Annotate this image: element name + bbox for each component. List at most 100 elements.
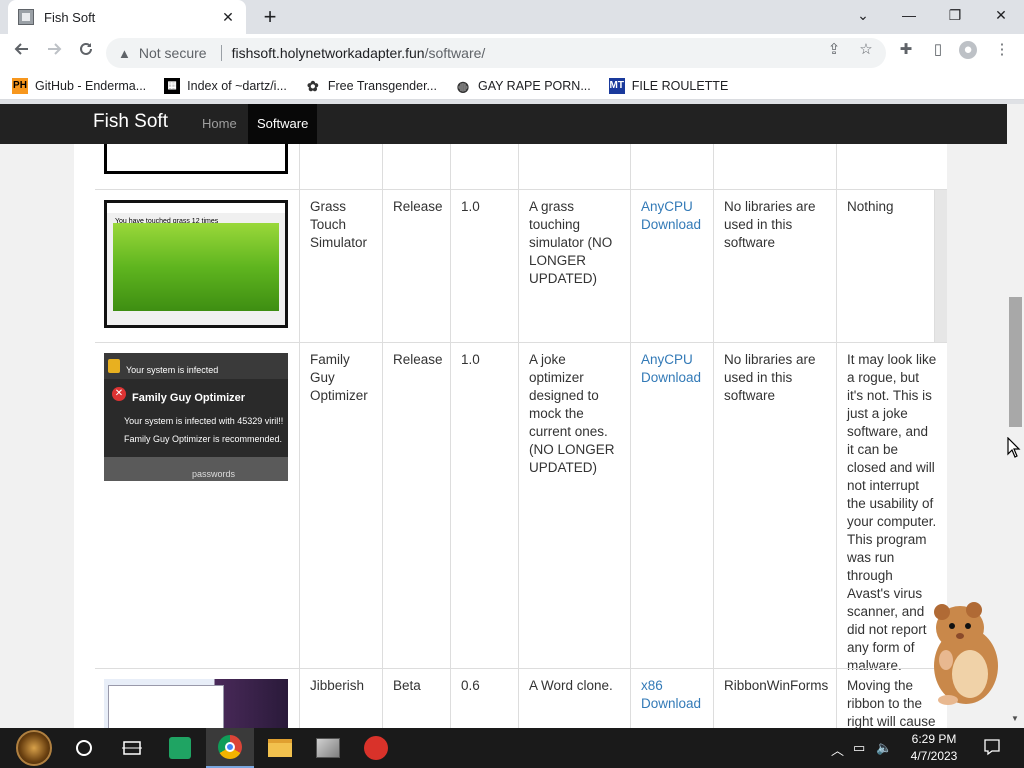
close-window-button[interactable]: ✕ xyxy=(978,0,1024,30)
family-guy-optimizer-thumbnail: Your system is infected ✕ Family Guy Opt… xyxy=(104,353,288,481)
clock-date: 4/7/2023 xyxy=(910,749,958,763)
browser-tab[interactable]: Fish Soft ✕ xyxy=(8,0,246,34)
bookmark-label: GAY RAPE PORN... xyxy=(477,78,591,93)
tab-search-chevron-icon[interactable]: ⌄ xyxy=(840,0,886,30)
download-link[interactable]: AnyCPU Download xyxy=(641,199,701,232)
bookmark-item[interactable]: PH GitHub - Enderma... xyxy=(12,77,147,94)
url-host: fishsoft.holynetworkadapter.fun xyxy=(231,45,425,61)
grass-image xyxy=(113,223,279,311)
media-app-icon xyxy=(316,738,340,758)
taskbar-app-sheets[interactable] xyxy=(156,728,204,768)
table-cell xyxy=(713,144,836,189)
bookmark-item[interactable]: ✿ Free Transgender... xyxy=(304,77,437,94)
page-scrollbar[interactable]: ▼ xyxy=(1007,104,1024,728)
software-status: Release xyxy=(382,190,450,342)
page-viewport: Fish Soft Home Software You have touched… xyxy=(0,104,1024,728)
download-cell: x86 Download xyxy=(630,669,713,728)
extensions-puzzle-icon[interactable]: ✚ xyxy=(897,41,915,59)
error-icon: ✕ xyxy=(112,387,126,401)
taskbar-clock[interactable]: 6:29 PM 4/7/2023 xyxy=(896,731,972,765)
warning-triangle-icon[interactable]: ▲ xyxy=(118,46,131,61)
software-name: Grass Touch Simulator xyxy=(299,190,382,342)
bookmark-item[interactable]: ▦ Index of ~dartz/i... xyxy=(164,77,287,94)
green-app-icon xyxy=(169,737,191,759)
url-path: /software/ xyxy=(424,45,486,61)
jibberish-thumbnail xyxy=(104,679,288,728)
task-view-button[interactable] xyxy=(108,728,156,768)
taskbar-app-chrome[interactable] xyxy=(206,728,254,768)
task-view-icon xyxy=(122,741,142,755)
pornhub-icon: PH xyxy=(12,77,28,94)
mt-icon: MT xyxy=(608,77,625,94)
download-cell: AnyCPU Download xyxy=(630,190,713,342)
red-app-icon xyxy=(364,736,388,760)
software-name: Jibberish xyxy=(299,669,382,728)
table-cell xyxy=(518,144,630,189)
qr-icon: ▦ xyxy=(164,77,181,94)
reload-icon[interactable] xyxy=(74,41,98,65)
taskbar-app-red[interactable] xyxy=(352,728,400,768)
software-description: A grass touching simulator (NO LONGER UP… xyxy=(518,190,630,342)
tab-close-icon[interactable]: ✕ xyxy=(220,9,236,26)
bookmark-item[interactable]: MT FILE ROULETTE xyxy=(608,77,728,94)
notification-center-icon[interactable] xyxy=(983,738,1001,759)
download-link[interactable]: x86 Download xyxy=(641,678,701,711)
taskbar-app-media[interactable] xyxy=(304,728,352,768)
folder-icon xyxy=(268,739,292,757)
scroll-down-arrow-icon[interactable]: ▼ xyxy=(1011,714,1020,723)
profile-avatar-icon[interactable]: ● xyxy=(959,41,977,59)
windows-taskbar: ︿ ▭ 🔈 6:29 PM 4/7/2023 xyxy=(0,728,1024,768)
omnibox-divider xyxy=(220,45,222,61)
inner-scrollbar[interactable] xyxy=(934,190,947,343)
site-brand[interactable]: Fish Soft xyxy=(93,111,168,133)
table-row xyxy=(95,144,947,189)
software-version: 0.6 xyxy=(450,669,518,728)
restore-button[interactable]: ❐ xyxy=(932,0,978,30)
kebab-menu-icon[interactable]: ⋮ xyxy=(993,41,1011,59)
software-version: 1.0 xyxy=(450,343,518,668)
start-button[interactable] xyxy=(8,728,60,768)
minimize-button[interactable]: — xyxy=(886,0,932,30)
globe-icon: ◍ xyxy=(454,77,471,94)
forward-arrow-icon[interactable] xyxy=(42,41,66,65)
back-arrow-icon[interactable] xyxy=(10,41,34,65)
mouse-cursor-icon xyxy=(1007,436,1021,464)
table-row: You have touched grass 12 times Grass To… xyxy=(95,189,947,343)
table-cell xyxy=(95,669,299,728)
side-panel-icon[interactable]: ▯ xyxy=(929,41,947,59)
scrollbar-thumb[interactable] xyxy=(1009,297,1022,427)
volume-muted-icon[interactable]: 🔈 xyxy=(876,740,892,756)
bookmark-label: Free Transgender... xyxy=(327,78,437,93)
software-libraries: No libraries are used in this software xyxy=(713,343,836,668)
shield-icon xyxy=(108,359,120,373)
software-description: A joke optimizer designed to mock the cu… xyxy=(518,343,630,668)
table-cell: You have touched grass 12 times xyxy=(95,190,299,342)
network-icon[interactable]: ▭ xyxy=(853,740,865,756)
chrome-icon xyxy=(218,735,242,759)
search-button[interactable] xyxy=(60,728,108,768)
share-icon[interactable]: ⇪ xyxy=(825,41,843,59)
sticker-icon: ✿ xyxy=(304,77,321,94)
table-cell xyxy=(450,144,518,189)
not-secure-label[interactable]: Not secure xyxy=(139,45,207,61)
software-name: Family Guy Optimizer xyxy=(299,343,382,668)
tray-overflow-chevron-icon[interactable]: ︿ xyxy=(831,740,844,759)
new-tab-button[interactable]: + xyxy=(258,5,282,29)
browser-toolbar: ▲ Not secure fishsoft.holynetworkadapter… xyxy=(0,34,1024,72)
bookmark-star-icon[interactable]: ☆ xyxy=(857,41,875,59)
download-link[interactable]: AnyCPU Download xyxy=(641,352,701,385)
software-version: 1.0 xyxy=(450,190,518,342)
taskbar-app-explorer[interactable] xyxy=(256,728,304,768)
bookmark-item[interactable]: ◍ GAY RAPE PORN... xyxy=(454,77,591,94)
nav-software-link[interactable]: Software xyxy=(248,104,318,144)
software-status: Beta xyxy=(382,669,450,728)
table-cell xyxy=(630,144,713,189)
desktop-pet-hamster[interactable] xyxy=(918,600,1008,708)
download-cell: AnyCPU Download xyxy=(630,343,713,668)
address-bar[interactable]: ▲ Not secure fishsoft.holynetworkadapter… xyxy=(106,38,886,68)
table-row: Jibberish Beta 0.6 A Word clone. x86 Down… xyxy=(95,668,947,728)
bookmark-label: GitHub - Enderma... xyxy=(35,78,147,93)
nav-home-link[interactable]: Home xyxy=(194,104,245,144)
software-libraries: No libraries are used in this software xyxy=(713,190,836,342)
table-cell xyxy=(299,144,382,189)
